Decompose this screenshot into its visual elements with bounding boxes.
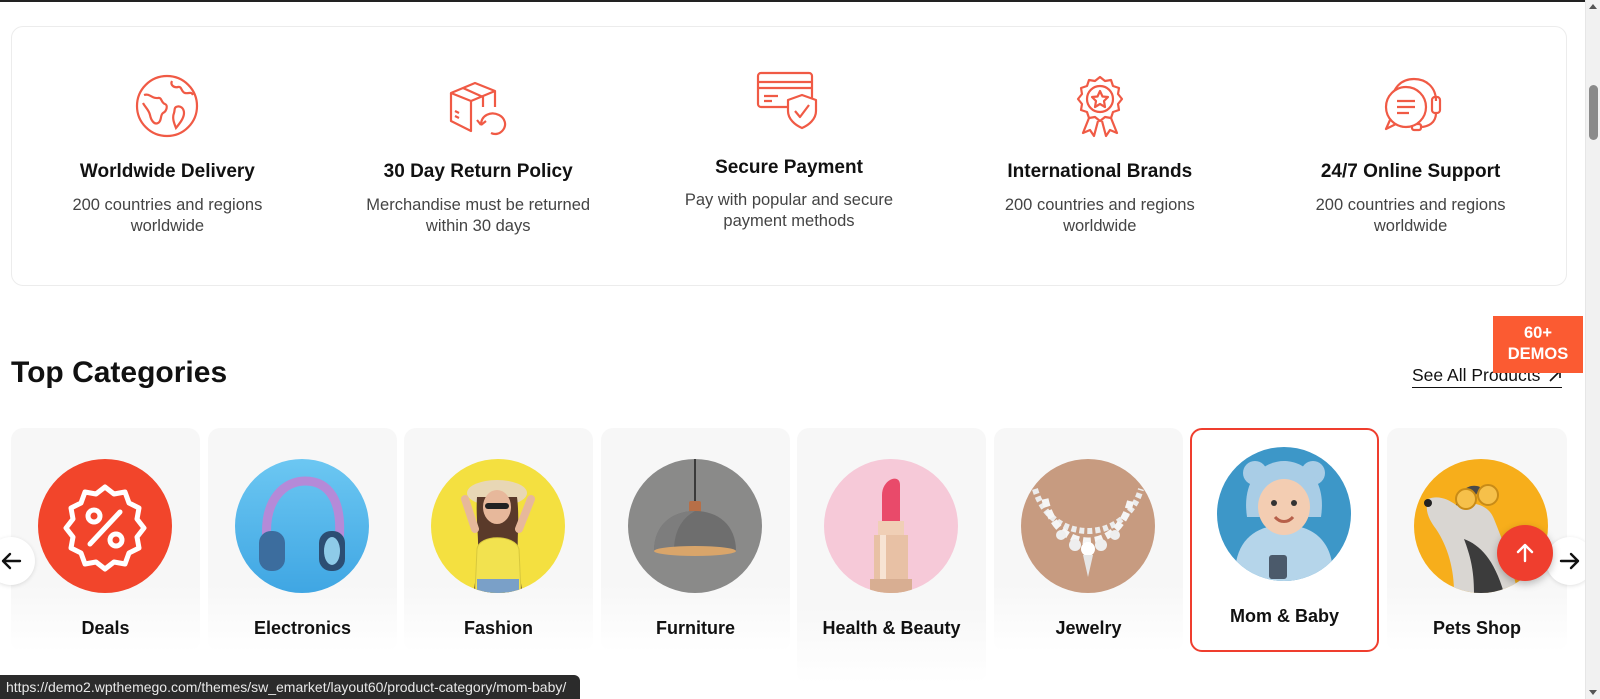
section-title: Top Categories (11, 356, 228, 389)
category-card-furniture[interactable]: Furniture (601, 428, 790, 652)
category-label: Fashion (463, 618, 533, 638)
feature-desc: 200 countries and regions worldwide (72, 196, 263, 235)
feature-desc: 200 countries and regions worldwide (1315, 196, 1506, 235)
category-label: Mom & Baby (1229, 606, 1339, 626)
category-image (1021, 459, 1155, 593)
feature-worldwide-delivery: Worldwide Delivery 200 countries and reg… (12, 27, 323, 285)
demos-badge[interactable]: 60+ DEMOS (1493, 316, 1583, 373)
top-border (0, 0, 1585, 2)
category-image (431, 459, 565, 593)
category-image (38, 459, 172, 593)
feature-desc: Pay with popular and secure payment meth… (684, 191, 894, 230)
arrow-left-icon (1, 552, 22, 570)
award-badge-icon (1076, 75, 1123, 138)
feature-return-policy: 30 Day Return Policy Merchandise must be… (323, 27, 634, 285)
scrollbar-thumb[interactable] (1589, 85, 1598, 140)
features-box: Worldwide Delivery 200 countries and reg… (11, 26, 1567, 286)
back-to-top-button[interactable] (1497, 525, 1553, 581)
scroll-up-icon[interactable] (1589, 4, 1597, 9)
category-label: Furniture (656, 618, 735, 638)
category-label: Electronics (253, 618, 352, 638)
box-return-icon (450, 81, 507, 136)
arrow-right-icon (1559, 552, 1580, 570)
feature-title: Worldwide Delivery (79, 161, 255, 182)
page-scrollbar[interactable] (1585, 0, 1600, 699)
category-image (1217, 447, 1351, 581)
feature-online-support: 24/7 Online Support 200 countries and re… (1255, 27, 1566, 285)
category-card-fashion[interactable]: Fashion (404, 428, 593, 652)
feature-secure-payment: Secure Payment Pay with popular and secu… (634, 27, 945, 285)
category-card-electronics[interactable]: Electronics (208, 428, 397, 652)
category-card-jewelry[interactable]: Jewelry (994, 428, 1183, 652)
category-image (628, 459, 762, 593)
headset-chat-icon (1384, 77, 1441, 132)
globe-icon (136, 74, 199, 138)
category-card-deals[interactable]: Deals (11, 428, 200, 652)
feature-title: Secure Payment (715, 157, 863, 178)
card-shield-icon (756, 71, 818, 130)
category-label: Health & Beauty (822, 618, 961, 638)
arrow-up-icon (1516, 543, 1534, 563)
category-card-mom-baby[interactable]: Mom & Baby (1190, 428, 1379, 652)
feature-title: International Brands (1007, 161, 1193, 182)
category-label: Jewelry (1055, 618, 1122, 638)
feature-desc: 200 countries and regions worldwide (1004, 196, 1195, 235)
feature-title: 30 Day Return Policy (383, 161, 573, 182)
feature-title: 24/7 Online Support (1320, 161, 1501, 182)
scroll-down-icon[interactable] (1589, 690, 1597, 695)
feature-international-brands: International Brands 200 countries and r… (944, 27, 1255, 285)
feature-desc: Merchandise must be returned within 30 d… (366, 196, 591, 235)
demos-label: DEMOS (1507, 345, 1569, 363)
category-image (235, 459, 369, 593)
category-card-health-beauty[interactable]: Health & Beauty (797, 428, 986, 684)
demos-count: 60+ (1524, 324, 1552, 342)
status-bar-url: https://demo2.wpthemego.com/themes/sw_em… (0, 675, 580, 699)
category-image (824, 459, 958, 593)
category-label: Deals (81, 618, 130, 638)
category-label: Pets Shop (1432, 618, 1521, 638)
